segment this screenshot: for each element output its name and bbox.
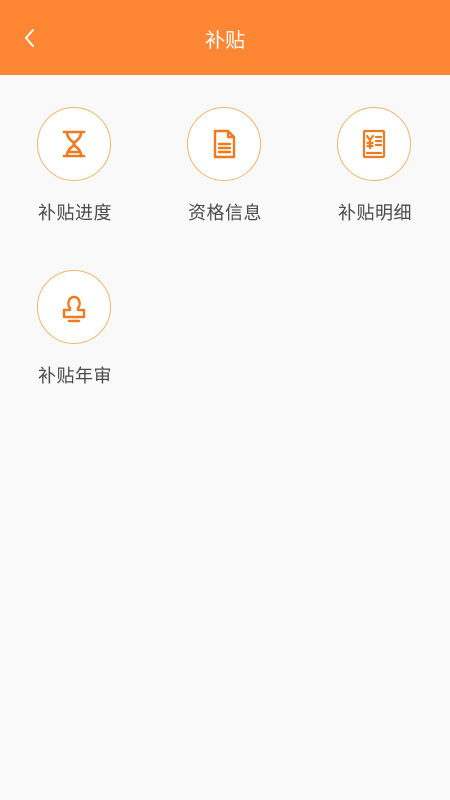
menu-item-subsidy-details[interactable]: 补贴明细: [300, 75, 450, 235]
receipt-yen-icon: [362, 129, 386, 159]
app-header: 补贴: [0, 0, 450, 75]
menu-icon-circle: [187, 107, 261, 181]
menu-icon-circle: [37, 107, 111, 181]
page-title: 补贴: [205, 28, 245, 52]
menu-icon-circle: [337, 107, 411, 181]
menu-item-label: 补贴年审: [38, 366, 112, 387]
menu-item-label: 补贴进度: [38, 203, 112, 224]
menu-item-annual-review[interactable]: 补贴年审: [0, 238, 150, 398]
stamp-icon: [62, 295, 86, 323]
hourglass-icon: [62, 130, 86, 158]
menu-icon-circle: [37, 270, 111, 344]
menu-item-qualification-info[interactable]: 资格信息: [150, 75, 300, 235]
menu-item-label: 资格信息: [188, 203, 262, 224]
document-icon: [213, 129, 236, 159]
menu-item-label: 补贴明细: [338, 203, 412, 224]
menu-item-subsidy-progress[interactable]: 补贴进度: [0, 75, 150, 235]
